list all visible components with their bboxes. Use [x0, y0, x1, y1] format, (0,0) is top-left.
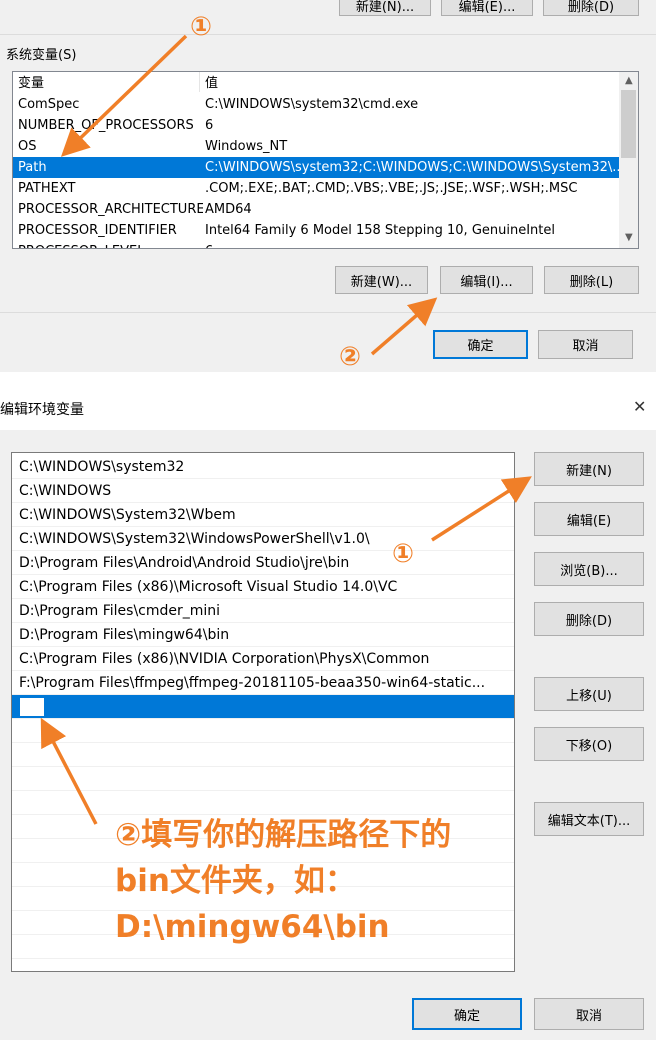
variable-name: NUMBER_OF_PROCESSORS — [18, 118, 194, 133]
user-delete-button[interactable]: 删除(D) — [543, 0, 639, 16]
system-new-button[interactable]: 新建(W)... — [335, 266, 428, 294]
path-entry: D:\Program Files\cmder_mini — [19, 603, 221, 619]
variable-name: PROCESSOR_LEVEL — [18, 241, 203, 248]
path-entry: D:\Program Files\Android\Android Studio\… — [19, 555, 350, 571]
list-item[interactable]: D:\Program Files\Android\Android Studio\… — [12, 551, 514, 575]
list-item[interactable]: F:\Program Files\ffmpeg\ffmpeg-20181105-… — [12, 671, 514, 695]
close-icon[interactable]: ✕ — [633, 397, 646, 416]
system-edit-button[interactable]: 编辑(I)... — [440, 266, 533, 294]
path-entry: C:\WINDOWS — [19, 483, 112, 499]
divider — [0, 34, 656, 35]
note-line: ②填写你的解压路径下的 — [115, 817, 452, 853]
list-item[interactable]: D:\Program Files\mingw64\bin — [12, 623, 514, 647]
path-entry: F:\Program Files\ffmpeg\ffmpeg-20181105-… — [19, 675, 486, 691]
path-entry: D:\Program Files\mingw64\bin — [19, 627, 230, 643]
user-new-button[interactable]: 新建(N)... — [339, 0, 431, 16]
list-item[interactable]: PROCESSOR_IDENTIFIER Intel64 Family 6 Mo… — [13, 220, 620, 241]
list-item[interactable]: C:\WINDOWS\system32 — [12, 455, 514, 479]
cancel-button[interactable]: 取消 — [534, 998, 644, 1030]
list-item[interactable]: NUMBER_OF_PROCESSORS 6 — [13, 115, 620, 136]
list-header[interactable]: 变量 值 — [13, 73, 620, 94]
empty-row — [12, 719, 514, 743]
variable-name: Path — [18, 160, 47, 175]
ok-button[interactable]: 确定 — [412, 998, 522, 1030]
list-item-new-selected[interactable] — [12, 695, 514, 719]
list-item[interactable]: PROCESSOR_LEVEL 6 — [13, 241, 620, 248]
path-entry: C:\WINDOWS\system32 — [19, 459, 185, 475]
list-item[interactable]: PROCESSOR_ARCHITECTURE AMD64 — [13, 199, 620, 220]
list-item[interactable]: OS Windows_NT — [13, 136, 620, 157]
dialog-title-bar — [0, 372, 656, 430]
variable-value: C:\WINDOWS\system32\cmd.exe — [205, 97, 419, 112]
path-entry: C:\Program Files (x86)\NVIDIA Corporatio… — [19, 651, 430, 667]
path-entry: C:\WINDOWS\System32\Wbem — [19, 507, 236, 523]
list-item[interactable]: C:\Program Files (x86)\Microsoft Visual … — [12, 575, 514, 599]
instruction-note: ②填写你的解压路径下的 bin文件夹，如： D:\mingw64\bin — [115, 812, 451, 950]
variable-value: AMD64 — [205, 202, 252, 217]
list-item[interactable]: C:\WINDOWS — [12, 479, 514, 503]
variable-value: 6 — [205, 118, 214, 133]
empty-row — [12, 743, 514, 767]
column-header-variable[interactable]: 变量 — [18, 73, 203, 94]
user-edit-button[interactable]: 编辑(E)... — [441, 0, 533, 16]
list-item[interactable]: ComSpec C:\WINDOWS\system32\cmd.exe — [13, 94, 620, 115]
variable-value: 6 — [205, 241, 620, 248]
variable-name: PATHEXT — [18, 181, 76, 196]
scroll-up-icon[interactable]: ▲ — [625, 75, 633, 86]
cancel-button[interactable]: 取消 — [538, 330, 633, 359]
new-path-input[interactable] — [19, 697, 45, 717]
variable-value: Windows_NT — [205, 139, 288, 154]
list-item[interactable]: C:\Program Files (x86)\NVIDIA Corporatio… — [12, 647, 514, 671]
empty-row — [12, 767, 514, 791]
ok-button[interactable]: 确定 — [433, 330, 528, 359]
edit-button[interactable]: 编辑(E) — [534, 502, 644, 536]
browse-button[interactable]: 浏览(B)... — [534, 552, 644, 586]
scroll-down-icon[interactable]: ▼ — [625, 232, 633, 243]
step-1-marker: ① — [190, 12, 213, 42]
edit-text-button[interactable]: 编辑文本(T)... — [534, 802, 644, 836]
move-up-button[interactable]: 上移(U) — [534, 677, 644, 711]
step-1-marker: ① — [392, 539, 415, 569]
variable-name: ComSpec — [18, 97, 80, 112]
scrollbar-thumb[interactable] — [621, 90, 636, 158]
delete-button[interactable]: 删除(D) — [534, 602, 644, 636]
move-down-button[interactable]: 下移(O) — [534, 727, 644, 761]
list-item[interactable]: PATHEXT .COM;.EXE;.BAT;.CMD;.VBS;.VBE;.J… — [13, 178, 620, 199]
dialog-title: 编辑环境变量 — [0, 402, 84, 418]
step-2-marker: ② — [339, 342, 362, 372]
path-entry: C:\WINDOWS\System32\WindowsPowerShell\v1… — [19, 531, 370, 547]
new-button[interactable]: 新建(N) — [534, 452, 644, 486]
path-entry: C:\Program Files (x86)\Microsoft Visual … — [19, 579, 398, 595]
variable-value: C:\WINDOWS\system32;C:\WINDOWS;C:\WINDOW… — [205, 160, 620, 175]
list-item-path-selected[interactable]: Path C:\WINDOWS\system32;C:\WINDOWS;C:\W… — [13, 157, 620, 178]
variable-value: .COM;.EXE;.BAT;.CMD;.VBS;.VBE;.JS;.JSE;.… — [205, 181, 578, 196]
list-item[interactable]: D:\Program Files\cmder_mini — [12, 599, 514, 623]
variable-name: PROCESSOR_ARCHITECTURE — [18, 202, 203, 217]
column-header-value[interactable]: 值 — [205, 73, 620, 94]
system-delete-button[interactable]: 删除(L) — [544, 266, 639, 294]
column-divider — [199, 72, 200, 92]
list-item[interactable]: C:\WINDOWS\System32\Wbem — [12, 503, 514, 527]
system-variables-list[interactable]: 变量 值 ComSpec C:\WINDOWS\system32\cmd.exe… — [12, 71, 639, 249]
variable-value: Intel64 Family 6 Model 158 Stepping 10, … — [205, 223, 556, 238]
note-line: D:\mingw64\bin — [115, 909, 390, 945]
variable-name: OS — [18, 139, 37, 154]
divider — [0, 312, 656, 313]
list-item[interactable]: C:\WINDOWS\System32\WindowsPowerShell\v1… — [12, 527, 514, 551]
system-variables-label: 系统变量(S) — [6, 48, 77, 63]
note-line: bin文件夹，如： — [115, 863, 356, 899]
variable-name: PROCESSOR_IDENTIFIER — [18, 223, 177, 238]
